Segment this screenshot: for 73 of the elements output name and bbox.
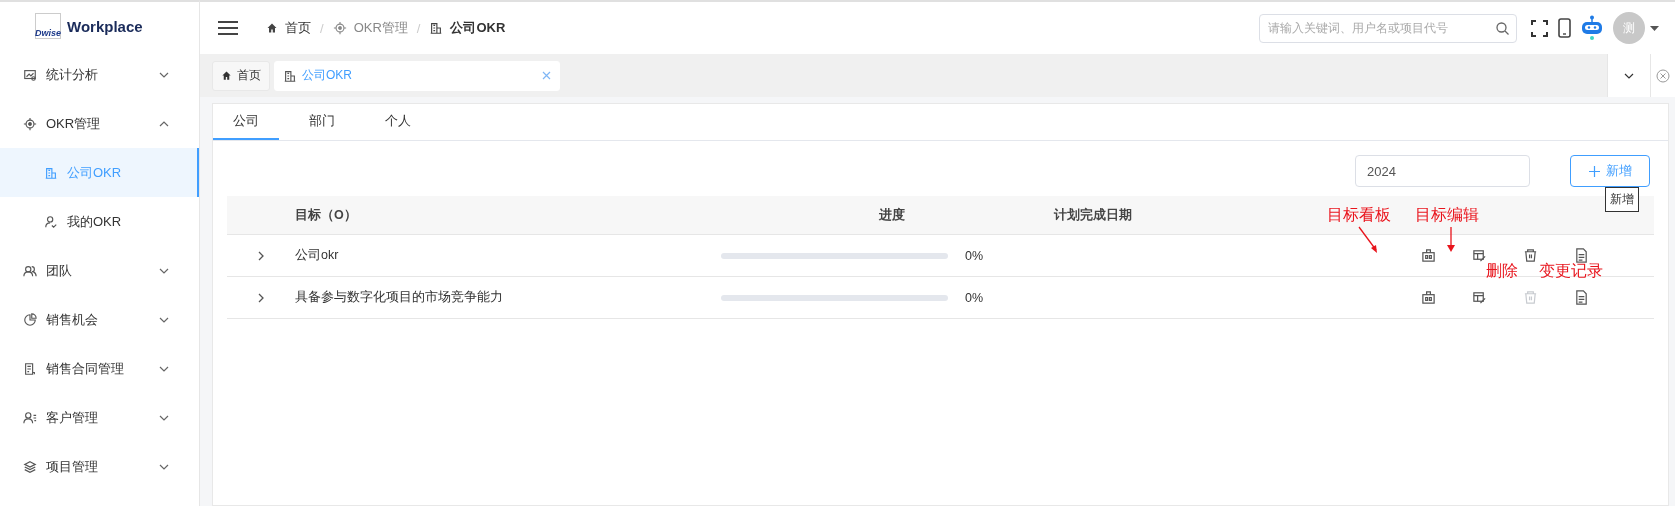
user-list-icon (23, 410, 37, 425)
document-icon[interactable] (1574, 290, 1589, 305)
building-icon (44, 165, 58, 180)
expand-icon[interactable] (257, 250, 265, 261)
annotation-label: 目标编辑 (1415, 206, 1479, 223)
content-tab[interactable]: 个人 (365, 104, 431, 140)
chevron-down-icon (159, 414, 169, 421)
breadcrumb-separator: / (320, 20, 324, 36)
progress-percent: 0% (965, 290, 985, 305)
chevron-down-icon (159, 316, 169, 323)
progress-percent: 0% (965, 248, 985, 263)
fullscreen-icon[interactable] (1531, 19, 1548, 37)
phone-icon[interactable] (1558, 18, 1571, 38)
people-icon (23, 263, 37, 278)
pie-chart-icon (23, 312, 37, 327)
column-header: 目标（O） (295, 207, 357, 222)
sidebar-subitem[interactable]: 我的OKR (0, 197, 199, 246)
layers-icon (23, 459, 37, 474)
robot-icon[interactable] (1581, 15, 1603, 41)
chevron-down-icon (159, 365, 169, 372)
breadcrumb-item: 公司OKR (450, 19, 506, 37)
document-icon (23, 361, 37, 376)
tooltip: 新增 (1605, 187, 1639, 212)
annotation-label: 变更记录 (1539, 262, 1603, 279)
board-icon[interactable] (1421, 290, 1436, 305)
target-icon (23, 116, 37, 131)
chevron-up-icon (159, 120, 169, 127)
sidebar-item[interactable]: 项目管理 (0, 442, 199, 491)
close-circle-icon[interactable] (1656, 68, 1670, 83)
expand-icon[interactable] (257, 292, 265, 303)
search-field[interactable]: 请输入关键词、用户名或项目代号 (1259, 13, 1517, 43)
chevron-down-icon (159, 463, 169, 470)
board-icon[interactable] (1421, 248, 1436, 263)
chevron-down-icon (1624, 72, 1634, 79)
building-icon (429, 21, 444, 35)
chart-icon (23, 67, 37, 82)
trash-icon (1523, 290, 1538, 305)
home-icon (221, 70, 232, 81)
edit-icon[interactable] (1472, 290, 1487, 305)
target-icon (332, 21, 347, 35)
home-icon (266, 22, 278, 34)
table-cell: 公司okr (295, 248, 339, 262)
chevron-down-icon (159, 71, 169, 78)
content-tab[interactable]: 部门 (289, 104, 355, 140)
sidebar-item[interactable]: 销售机会 (0, 295, 199, 344)
breadcrumb-item[interactable]: OKR管理 (353, 19, 408, 37)
column-header: 进度 (879, 206, 905, 224)
table-cell: 具备参与数字化项目的市场竞争能力 (295, 290, 503, 304)
menu-icon[interactable] (218, 20, 238, 36)
column-header: 计划完成日期 (1054, 206, 1132, 224)
sidebar-item[interactable]: 客户管理 (0, 393, 199, 442)
document-icon[interactable] (1574, 248, 1589, 263)
chevron-down-icon (159, 267, 169, 274)
app-title: Workplace (67, 17, 143, 35)
sidebar-item[interactable]: 统计分析 (0, 50, 199, 99)
plus-icon (1588, 165, 1600, 177)
building-icon (283, 68, 297, 83)
user-check-icon (44, 214, 58, 229)
sidebar-item[interactable]: OKR管理 (0, 99, 199, 148)
annotation-label: 目标看板 (1327, 206, 1391, 223)
trash-icon[interactable] (1523, 248, 1538, 263)
sidebar-item[interactable]: 销售合同管理 (0, 344, 199, 393)
content-tab[interactable]: 公司 (213, 104, 279, 140)
edit-icon[interactable] (1472, 248, 1487, 263)
breadcrumb-separator: / (416, 20, 421, 36)
search-icon[interactable] (1496, 21, 1509, 35)
logo-badge: Dwise (35, 13, 61, 39)
sidebar-item[interactable]: 团队 (0, 246, 199, 295)
breadcrumb-item[interactable]: 首页 (285, 19, 311, 37)
page-tab[interactable]: 首页 (212, 60, 270, 91)
caret-icon[interactable] (1650, 25, 1659, 31)
year-field[interactable]: 2024 (1355, 155, 1530, 187)
annotation-label: 删除 (1486, 262, 1518, 279)
